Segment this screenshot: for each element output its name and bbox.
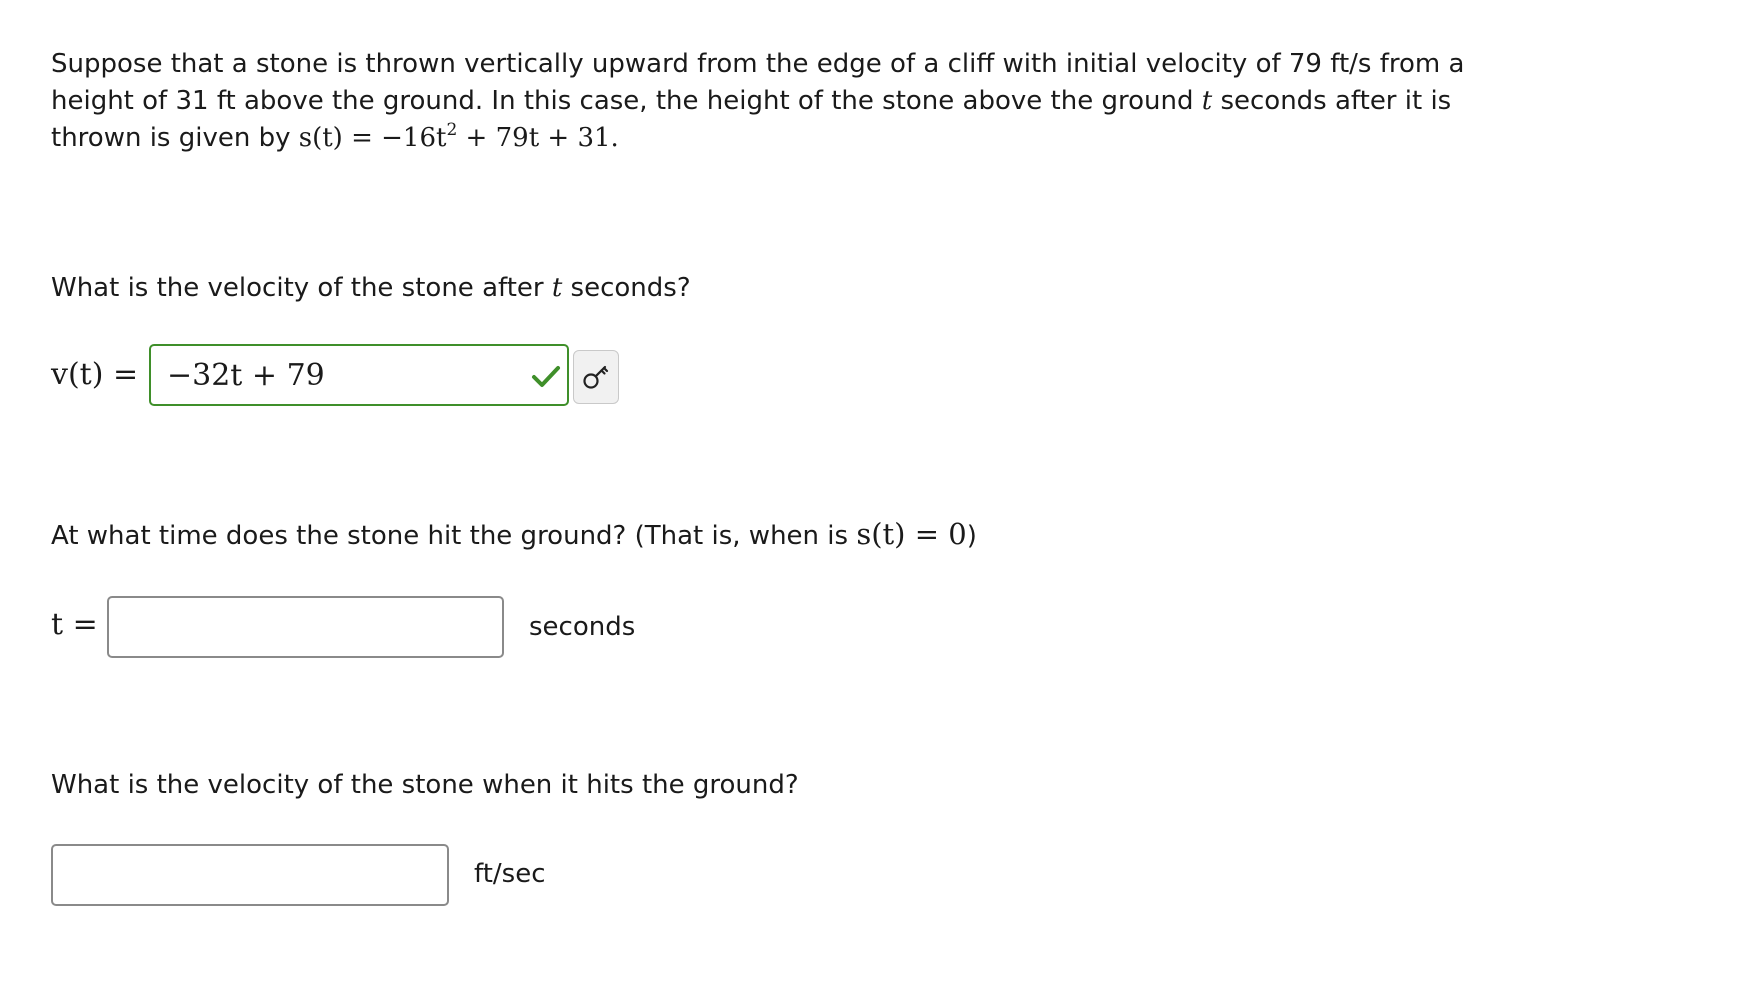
question1-var-t: t [551,273,563,303]
time-label: t = [51,607,98,642]
height-formula: s(t) = −16t2 + 79t + 31. [298,120,619,154]
time-unit: seconds [529,612,636,642]
question1-text-2: seconds? [562,273,691,303]
height-formula-lhs: s(t) = −16t [298,123,447,153]
question-velocity-at-ground: What is the velocity of the stone when i… [51,770,799,800]
time-answer-field[interactable] [107,596,504,658]
velocity-answer-value: −32t + 79 [167,357,325,393]
ground-velocity-answer-field[interactable] [51,844,449,906]
height-formula-rhs: + 79t + 31. [457,123,619,153]
question2-text-1: At what time does the stone hit the grou… [51,521,857,551]
question2-math: s(t) = 0 [856,517,967,551]
velocity-unit: ft/sec [474,859,546,889]
velocity-function-label: v(t) = [51,357,139,392]
key-button[interactable] [573,350,619,404]
question2-text-2: ) [966,521,977,551]
problem-var-t: t [1201,86,1213,116]
question1-text-1: What is the velocity of the stone after [51,273,552,303]
velocity-answer-field[interactable]: −32t + 79 [149,344,569,406]
question-time-hit-ground: At what time does the stone hit the grou… [51,516,977,554]
key-icon [583,365,609,389]
check-icon [532,366,560,387]
problem-statement: Suppose that a stone is thrown verticall… [51,46,1511,157]
question-velocity-after-t: What is the velocity of the stone after … [51,270,691,306]
height-formula-exponent: 2 [446,120,458,140]
